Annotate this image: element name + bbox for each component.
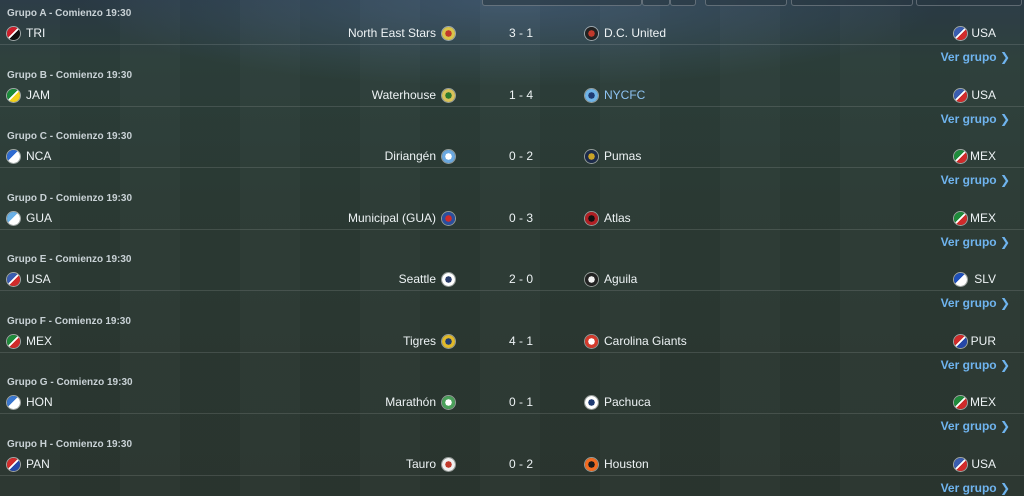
group-block: Grupo A - Comienzo 19:30 TRI North East … [0, 0, 1024, 64]
home-team-crest-icon[interactable] [442, 88, 455, 102]
away-team-crest-icon[interactable] [585, 334, 598, 348]
group-block: Grupo F - Comienzo 19:30 MEX Tigres 4 - … [0, 308, 1024, 372]
away-team-crest-icon[interactable] [585, 27, 598, 40]
home-country-code: PAN [26, 456, 50, 471]
away-country-code: SLV [974, 272, 996, 286]
home-country-code: NCA [26, 149, 52, 163]
away-country-flag-icon [954, 150, 967, 163]
group-title: Grupo E - Comienzo 19:30 [7, 254, 132, 265]
home-team-name[interactable]: Municipal (GUA) [348, 211, 436, 225]
match-score[interactable]: 0 - 1 [497, 395, 545, 409]
away-country-code: USA [971, 26, 996, 40]
fixtures-list: Grupo A - Comienzo 19:30 TRI North East … [0, 0, 1024, 495]
home-team-name[interactable]: North East Stars [348, 26, 436, 40]
group-block: Grupo H - Comienzo 19:30 PAN Tauro 0 - 2… [0, 431, 1024, 495]
home-team-crest-icon[interactable] [442, 457, 455, 471]
away-country-flag-icon [954, 457, 967, 471]
home-team-name[interactable]: Seattle [399, 272, 436, 286]
away-country-flag-icon [954, 88, 967, 102]
away-country-flag-icon [954, 27, 967, 40]
home-country-code: TRI [26, 26, 46, 40]
match-score[interactable]: 4 - 1 [497, 334, 545, 348]
home-country-flag-icon [7, 334, 20, 348]
home-country-flag-icon [7, 396, 20, 409]
away-team-name[interactable]: Pumas [604, 149, 641, 163]
away-team-name[interactable]: NYCFC [604, 88, 645, 102]
away-country-flag-icon [954, 273, 967, 286]
home-country-code: MEX [26, 333, 53, 348]
match-row[interactable]: NCA Diriangén 0 - 2 Pumas MEX [0, 145, 1024, 168]
away-country-flag-icon [954, 334, 967, 348]
away-team-name[interactable]: Aguila [604, 272, 637, 286]
group-title: Grupo B - Comienzo 19:30 [7, 69, 133, 81]
group-title: Grupo H - Comienzo 19:30 [7, 438, 133, 450]
home-team-crest-icon[interactable] [442, 27, 455, 40]
match-score[interactable]: 0 - 2 [497, 457, 545, 471]
group-block: Grupo C - Comienzo 19:30 NCA Diriangén 0… [0, 123, 1024, 187]
home-country-flag-icon [7, 211, 20, 225]
home-country-code: USA [26, 272, 51, 286]
home-country-flag-icon [7, 88, 20, 102]
away-team-name[interactable]: Houston [604, 457, 649, 471]
home-team-name[interactable]: Waterhouse [372, 88, 436, 102]
away-team-crest-icon[interactable] [585, 150, 598, 163]
home-country-flag-icon [7, 27, 20, 40]
away-country-flag-icon [954, 396, 967, 409]
match-row[interactable]: JAM Waterhouse 1 - 4 NYCFC USA [0, 84, 1024, 107]
away-country-code: MEX [969, 149, 996, 163]
match-score[interactable]: 0 - 3 [497, 211, 545, 225]
match-row[interactable]: GUA Municipal (GUA) 0 - 3 Atlas MEX [0, 207, 1024, 230]
home-team-crest-icon[interactable] [442, 150, 455, 163]
match-row[interactable]: PAN Tauro 0 - 2 Houston USA [0, 453, 1024, 476]
ver-grupo-link[interactable]: Ver grupo ❯ [941, 481, 1010, 495]
home-country-flag-icon [7, 457, 20, 471]
group-title: Grupo C - Comienzo 19:30 [7, 131, 133, 142]
away-team-crest-icon[interactable] [585, 273, 598, 286]
home-country-code: GUA [26, 210, 53, 225]
group-block: Grupo B - Comienzo 19:30 JAM Waterhouse … [0, 62, 1024, 126]
away-country-flag-icon [954, 211, 967, 225]
group-title: Grupo G - Comienzo 19:30 [7, 377, 133, 388]
match-score[interactable]: 0 - 2 [497, 149, 545, 163]
group-block: Grupo E - Comienzo 19:30 USA Seattle 2 -… [0, 246, 1024, 310]
home-country-flag-icon [7, 150, 20, 163]
match-score[interactable]: 1 - 4 [497, 88, 545, 102]
home-country-code: HON [26, 395, 53, 409]
home-team-crest-icon[interactable] [442, 211, 455, 225]
away-country-code: USA [971, 87, 996, 102]
home-team-crest-icon[interactable] [442, 334, 455, 348]
home-country-flag-icon [7, 273, 20, 286]
group-title: Grupo F - Comienzo 19:30 [7, 315, 131, 327]
home-team-name[interactable]: Tauro [406, 457, 436, 471]
match-row[interactable]: HON Marathón 0 - 1 Pachuca MEX [0, 391, 1024, 414]
home-team-name[interactable]: Diriangén [385, 149, 436, 163]
home-team-name[interactable]: Tigres [403, 334, 436, 348]
away-team-crest-icon[interactable] [585, 396, 598, 409]
group-title: Grupo A - Comienzo 19:30 [7, 8, 132, 19]
match-row[interactable]: USA Seattle 2 - 0 Aguila SLV [0, 268, 1024, 291]
home-team-crest-icon[interactable] [442, 396, 455, 409]
home-country-code: JAM [26, 87, 50, 102]
away-team-crest-icon[interactable] [585, 457, 598, 471]
away-team-name[interactable]: Atlas [604, 211, 631, 225]
match-score[interactable]: 2 - 0 [497, 272, 545, 286]
home-team-crest-icon[interactable] [442, 273, 455, 286]
match-row[interactable]: MEX Tigres 4 - 1 Carolina Giants PUR [0, 330, 1024, 353]
match-row[interactable]: TRI North East Stars 3 - 1 D.C. United U… [0, 22, 1024, 45]
away-team-name[interactable]: Carolina Giants [604, 334, 687, 348]
home-team-name[interactable]: Marathón [385, 395, 436, 409]
match-score[interactable]: 3 - 1 [497, 26, 545, 40]
away-country-code: PUR [970, 333, 996, 348]
away-country-code: MEX [969, 210, 996, 225]
away-country-code: MEX [969, 395, 996, 409]
group-title: Grupo D - Comienzo 19:30 [7, 192, 133, 204]
away-team-crest-icon[interactable] [585, 211, 598, 225]
away-team-name[interactable]: D.C. United [604, 26, 666, 40]
group-block: Grupo G - Comienzo 19:30 HON Marathón 0 … [0, 369, 1024, 433]
away-team-crest-icon[interactable] [585, 88, 598, 102]
away-team-name[interactable]: Pachuca [604, 395, 651, 409]
away-country-code: USA [971, 456, 996, 471]
group-block: Grupo D - Comienzo 19:30 GUA Municipal (… [0, 185, 1024, 249]
